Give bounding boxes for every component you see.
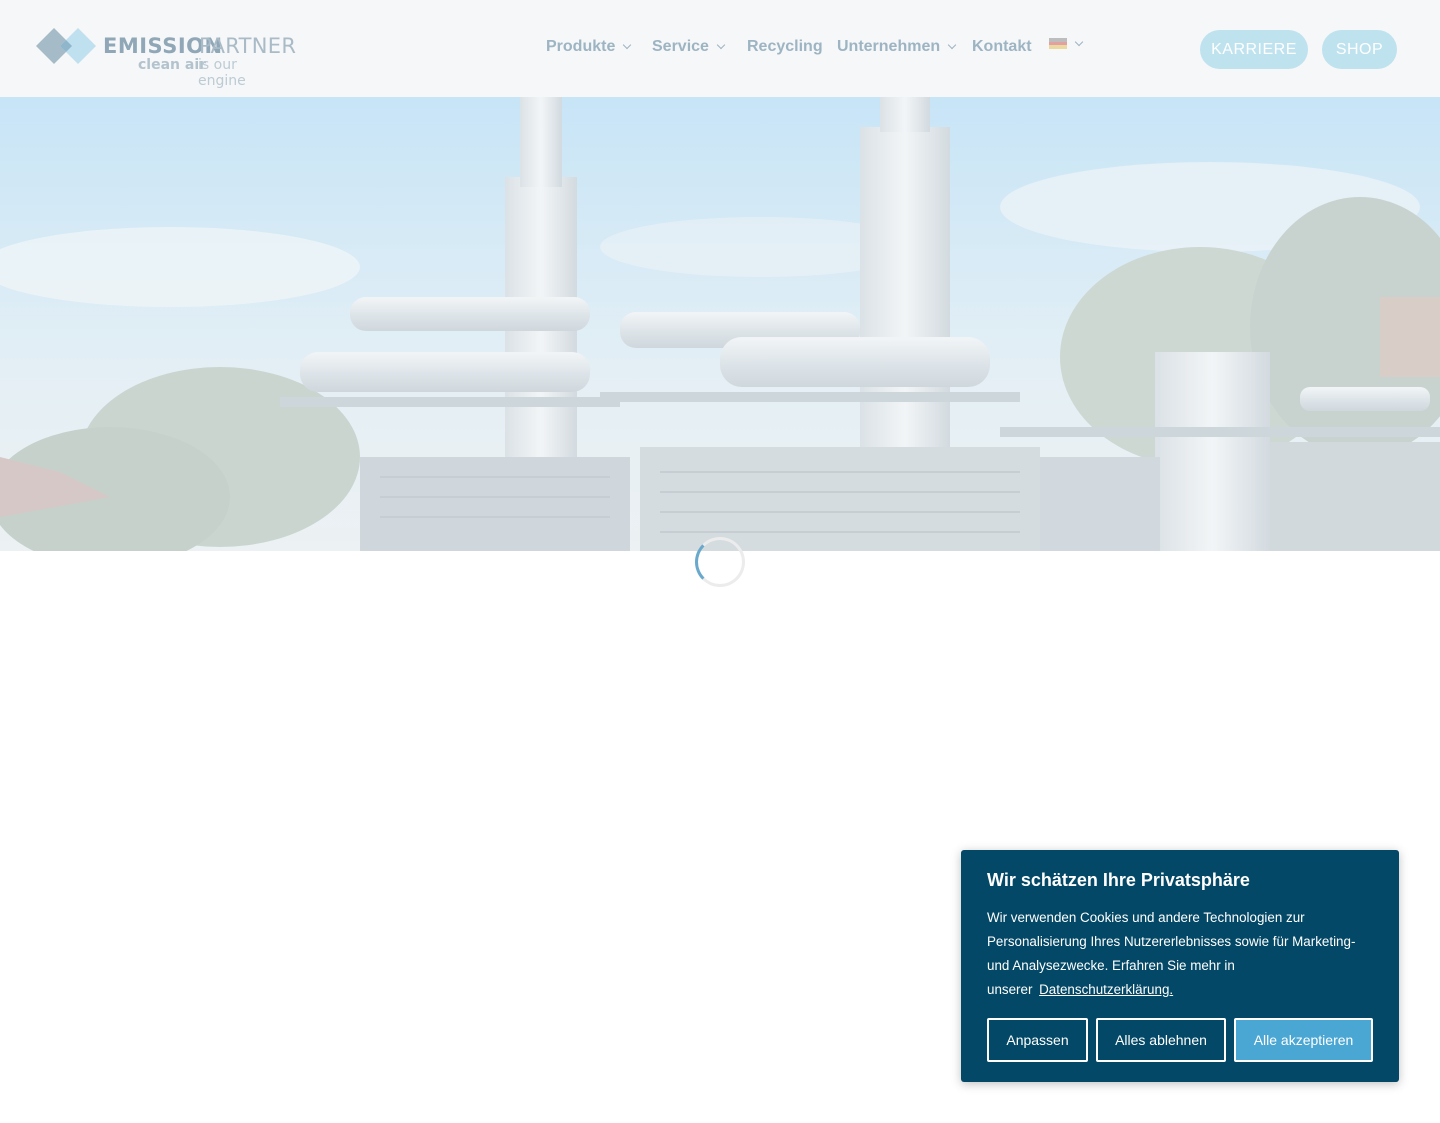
- logo-tagline-bold: clean air: [138, 57, 207, 73]
- chevron-down-icon: [716, 40, 726, 50]
- privacy-policy-link[interactable]: Datenschutzerklärung.: [1039, 982, 1173, 997]
- logo-word-partner: PARTNER: [199, 34, 297, 58]
- logo-tagline-light: is our engine: [198, 57, 246, 89]
- customize-button[interactable]: Anpassen: [987, 1018, 1088, 1062]
- logo-diamond-icon: [36, 28, 96, 64]
- chevron-down-icon: [623, 40, 632, 50]
- site-header: EMISSION PARTNER clean air is our engine…: [0, 0, 1440, 97]
- chevron-down-icon: [947, 40, 957, 50]
- nav-label: Recycling: [747, 38, 823, 55]
- nav-label: Service: [652, 38, 709, 55]
- cookie-title: Wir schätzen Ihre Privatsphäre: [987, 870, 1250, 890]
- nav-item-produkte[interactable]: Produkte: [546, 38, 632, 56]
- emission-partner-logo[interactable]: EMISSION PARTNER clean air is our engine: [36, 24, 296, 89]
- cookie-text: Wir verwenden Cookies und andere Technol…: [987, 906, 1377, 1002]
- nav-item-kontakt[interactable]: Kontakt: [972, 38, 1032, 56]
- nav-label: Kontakt: [972, 38, 1032, 55]
- industrial-plant-image: [0, 97, 1440, 551]
- language-switcher[interactable]: [1049, 37, 1084, 49]
- nav-item-service[interactable]: Service: [652, 38, 726, 56]
- chevron-down-icon: [1074, 37, 1084, 46]
- nav-label: Produkte: [546, 38, 616, 55]
- cookie-text-line: unserer Datenschutzerklärung.: [987, 978, 1377, 1002]
- accept-all-button[interactable]: Alle akzeptieren: [1234, 1018, 1373, 1062]
- nav-item-unternehmen[interactable]: Unternehmen: [837, 38, 957, 56]
- cookie-text-line: Personalisierung Ihres Nutzererlebnisses…: [987, 934, 1356, 949]
- cookie-text-line: Wir verwenden Cookies und andere Technol…: [987, 910, 1305, 925]
- german-flag-icon: [1049, 38, 1067, 49]
- loading-spinner-icon: [695, 537, 745, 587]
- karriere-button[interactable]: KARRIERE: [1200, 30, 1308, 69]
- shop-button[interactable]: SHOP: [1322, 30, 1397, 69]
- nav-label: Unternehmen: [837, 38, 941, 55]
- reject-all-button[interactable]: Alles ablehnen: [1096, 1018, 1226, 1062]
- nav-item-recycling[interactable]: Recycling: [747, 38, 823, 56]
- cookie-text-prefix: unserer: [987, 982, 1033, 997]
- cookie-consent-banner: Wir schätzen Ihre Privatsphäre Wir verwe…: [961, 850, 1399, 1082]
- cookie-text-line: und Analysezwecke. Erfahren Sie mehr in: [987, 958, 1235, 973]
- hero-image: [0, 97, 1440, 551]
